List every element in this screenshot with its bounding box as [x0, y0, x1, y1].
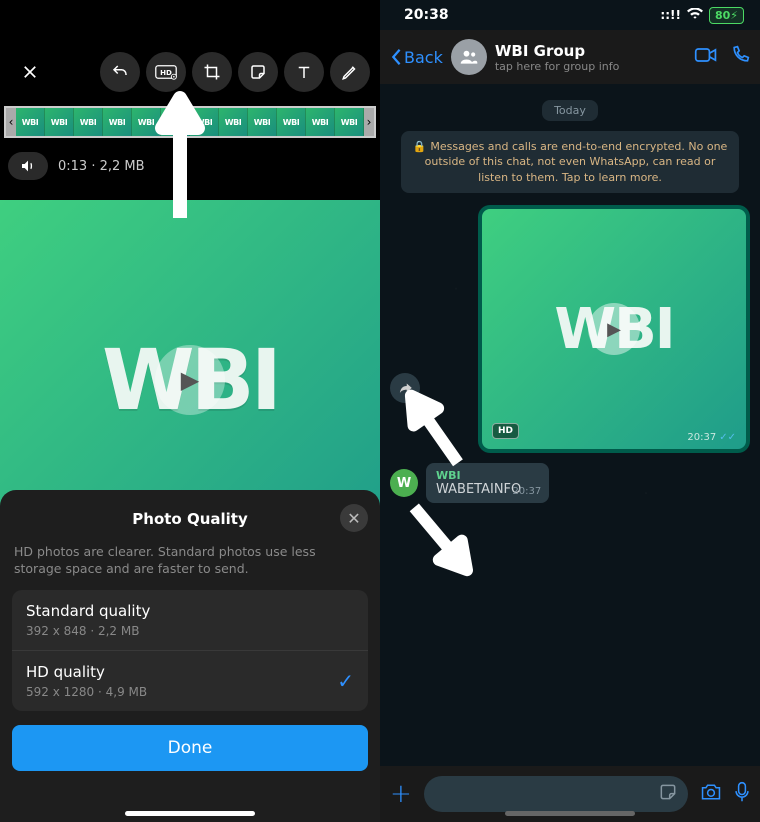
group-avatar[interactable]	[451, 39, 487, 75]
chat-header: Back WBI Group tap here for group info	[380, 30, 760, 84]
status-bar: 20:38 ::!! 80⚡	[380, 0, 760, 30]
quote-text: WABETAINFO	[436, 482, 521, 497]
date-separator: Today	[542, 100, 598, 121]
video-message-bubble[interactable]: WBI ▶ HD 20:37✓✓	[478, 205, 750, 453]
camera-button[interactable]	[700, 782, 722, 806]
home-indicator	[125, 811, 255, 816]
mic-button[interactable]	[734, 781, 750, 807]
video-meta: 0:13 · 2,2 MB	[8, 152, 145, 180]
quality-options: Standard quality 392 x 848 · 2,2 MB HD q…	[12, 590, 368, 711]
video-thumbnail[interactable]: WBI ▶ HD 20:37✓✓	[482, 209, 746, 449]
option-standard[interactable]: Standard quality 392 x 848 · 2,2 MB	[12, 590, 368, 651]
done-button[interactable]: Done	[12, 725, 368, 771]
back-button[interactable]: Back	[390, 48, 443, 67]
read-ticks-icon: ✓✓	[719, 432, 736, 443]
option-hd[interactable]: HD quality 592 x 1280 · 4,9 MB ✓	[12, 651, 368, 711]
attach-button[interactable]: +	[390, 779, 412, 809]
message-input[interactable]	[424, 776, 688, 812]
crop-button[interactable]	[192, 52, 232, 92]
annotation-arrow-up	[150, 88, 210, 228]
sheet-subtitle: HD photos are clearer. Standard photos u…	[14, 544, 366, 578]
quality-sheet: Photo Quality ✕ HD photos are clearer. S…	[0, 490, 380, 822]
message-timestamp: 20:37✓✓	[687, 432, 736, 443]
text-button[interactable]	[284, 52, 324, 92]
hd-button[interactable]: HD	[146, 52, 186, 92]
play-icon[interactable]: ▶	[588, 303, 640, 355]
video-call-button[interactable]	[694, 46, 718, 68]
video-duration-size: 0:13 · 2,2 MB	[58, 159, 145, 174]
sticker-input-icon[interactable]	[658, 782, 678, 806]
chat-name: WBI Group	[495, 42, 682, 60]
svg-text:HD: HD	[160, 68, 172, 77]
play-icon[interactable]: ▶	[155, 345, 225, 415]
signal-icon: ::!!	[660, 8, 681, 22]
status-time: 20:38	[404, 7, 449, 23]
undo-button[interactable]	[100, 52, 140, 92]
encryption-notice[interactable]: 🔒Messages and calls are end-to-end encry…	[401, 131, 739, 193]
chat-subtitle: tap here for group info	[495, 60, 682, 73]
trim-handle-right[interactable]: ›	[364, 108, 374, 136]
mute-button[interactable]	[8, 152, 48, 180]
draw-button[interactable]	[330, 52, 370, 92]
sticker-button[interactable]	[238, 52, 278, 92]
lock-icon: 🔒	[413, 140, 427, 153]
checkmark-icon: ✓	[337, 669, 354, 693]
battery-indicator: 80⚡	[709, 7, 744, 24]
home-indicator	[505, 811, 635, 816]
quote-time: 20:37	[512, 486, 541, 497]
voice-call-button[interactable]	[730, 45, 750, 69]
wifi-icon	[687, 8, 703, 23]
sheet-title: Photo Quality	[12, 510, 368, 528]
close-button[interactable]	[10, 52, 50, 92]
hd-badge: HD	[492, 423, 519, 439]
trim-handle-left[interactable]: ‹	[6, 108, 16, 136]
chat-title-area[interactable]: WBI Group tap here for group info	[495, 42, 682, 73]
sheet-close-button[interactable]: ✕	[340, 504, 368, 532]
